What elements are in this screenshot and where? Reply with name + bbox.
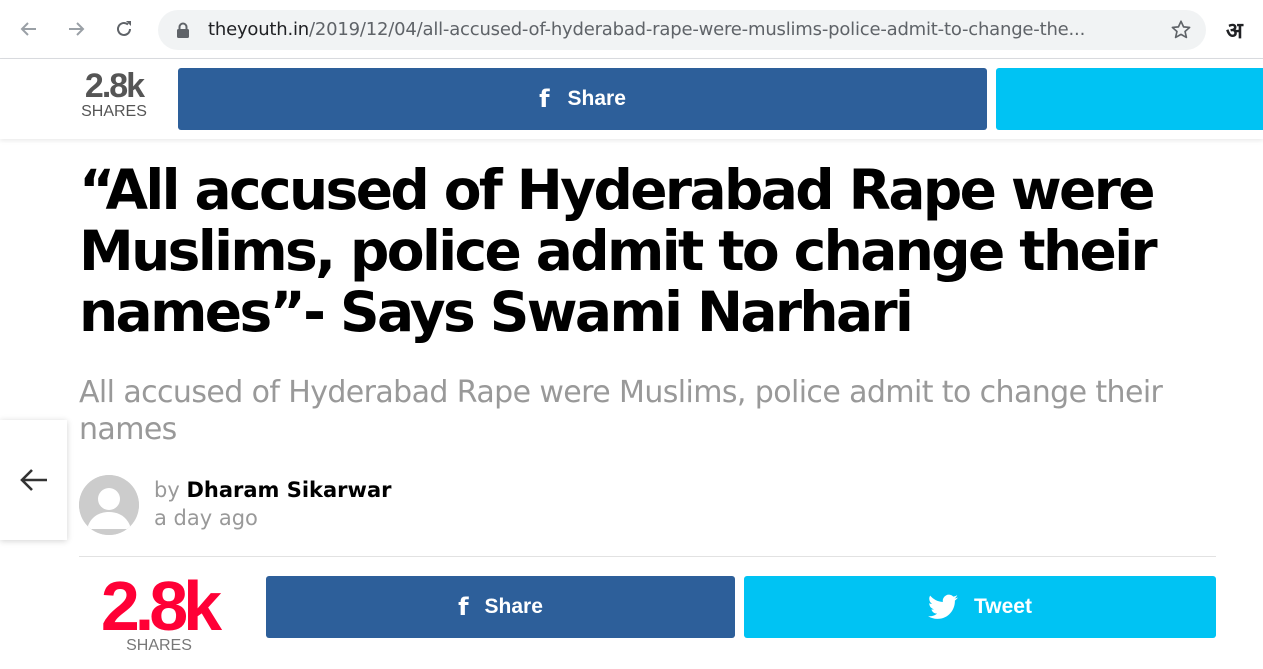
facebook-share-label: Share — [484, 595, 543, 618]
url-path: /2019/12/04/all-accused-of-hyderabad-rap… — [309, 19, 1086, 40]
share-count: 2.8k SHARES — [79, 570, 239, 654]
facebook-icon: f — [539, 85, 550, 113]
share-count-label: SHARES — [81, 103, 147, 120]
twitter-share-button[interactable]: Tweet — [744, 576, 1216, 638]
reload-button[interactable] — [109, 14, 139, 44]
article-subtitle: All accused of Hyderabad Rape were Musli… — [79, 375, 1163, 447]
translate-icon[interactable]: अ — [1226, 15, 1243, 45]
facebook-icon: f — [458, 593, 469, 621]
divider — [79, 556, 1216, 557]
twitter-share-label: Tweet — [974, 595, 1032, 618]
sticky-facebook-share-button[interactable]: f Share — [178, 68, 987, 130]
arrow-left-icon — [20, 22, 36, 36]
star-icon[interactable] — [1170, 19, 1192, 41]
twitter-icon — [928, 594, 959, 619]
sticky-facebook-label: Share — [567, 87, 626, 110]
user-silhouette-icon — [79, 475, 139, 535]
post-date: a day ago — [154, 506, 258, 530]
previous-article-button[interactable] — [0, 420, 67, 540]
share-count-number: 2.8k — [84, 67, 145, 105]
byline-prefix: by — [154, 478, 180, 502]
author-link[interactable]: Dharam Sikarwar — [186, 478, 391, 502]
address-bar[interactable]: theyouth.in/2019/12/04/all-accused-of-hy… — [158, 10, 1206, 50]
facebook-share-button[interactable]: f Share — [266, 576, 735, 638]
article-headline: “All accused of Hyderabad Rape were Musl… — [79, 158, 1158, 344]
forward-button[interactable] — [61, 14, 91, 44]
share-count-number: 2.8k — [100, 567, 222, 645]
byline: by Dharam Sikarwar — [154, 476, 391, 504]
browser-toolbar: theyouth.in/2019/12/04/all-accused-of-hy… — [0, 0, 1263, 59]
back-button[interactable] — [14, 14, 44, 44]
lock-icon — [177, 22, 189, 38]
url-host: theyouth.in — [208, 19, 310, 40]
arrow-right-icon — [69, 22, 85, 36]
avatar[interactable] — [79, 475, 139, 535]
url-text: theyouth.in/2019/12/04/all-accused-of-hy… — [208, 20, 1085, 40]
sticky-share-bar: 2.8k SHARES f Share — [0, 59, 1263, 139]
sticky-twitter-share-button[interactable] — [996, 68, 1263, 130]
reload-icon — [117, 21, 131, 36]
sticky-share-count: 2.8k SHARES — [78, 69, 150, 121]
arrow-left-icon — [19, 469, 47, 491]
